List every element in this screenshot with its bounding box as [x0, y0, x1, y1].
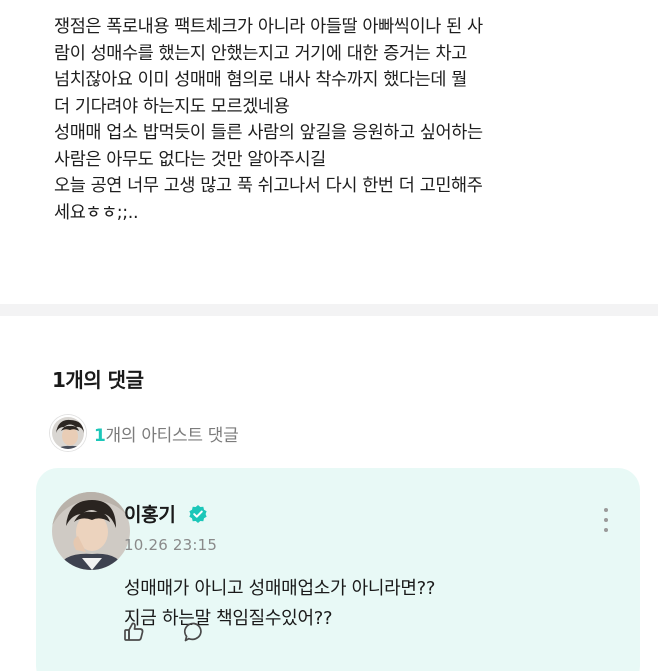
post-line: 세요ㅎㅎ;;..	[54, 202, 139, 223]
more-vertical-icon[interactable]	[602, 508, 610, 532]
post-line: 쟁점은 폭로내용 팩트체크가 아니라 아들딸 아빠씩이나 된 사	[54, 17, 483, 37]
post-line: 람이 성매수를 했는지 안했는지고 거기에 대한 증거는 차고	[54, 43, 467, 64]
section-divider	[0, 304, 658, 316]
post-line: 성매매 업소 밥먹듯이 들른 사람의 앞길을 응원하고 싶어하는	[54, 123, 483, 143]
comment-count-heading: 1개의 댓글	[52, 368, 144, 392]
artist-comment-text: 개의 아티스트 댓글	[105, 425, 239, 446]
comment-author-name[interactable]: 이홍기	[124, 500, 176, 527]
artist-comment-label: 1개의 아티스트 댓글	[94, 421, 239, 446]
post-line: 더 기다려야 하는지도 모르겠네용	[54, 96, 290, 117]
artist-avatar-small	[50, 415, 86, 451]
post-line: 넘치잖아요 이미 성매매 혐의로 내사 착수까지 했다는데 뭘	[54, 70, 467, 90]
comment-timestamp: 10.26 23:15	[124, 536, 218, 554]
post-line: 사람은 아무도 없다는 것만 알아주시길	[54, 149, 326, 170]
post-line: 오늘 공연 너무 고생 많고 푹 쉬고나서 다시 한번 더 고민해주	[54, 176, 483, 196]
artist-comment-filter[interactable]: 1개의 아티스트 댓글	[50, 414, 239, 452]
comment-bubble-icon[interactable]	[182, 620, 206, 644]
post-detail-page: 쟁점은 폭로내용 팩트체크가 아니라 아들딸 아빠씩이나 된 사 람이 성매수를…	[0, 0, 658, 671]
comment-line: 성매매가 아니고 성매매업소가 아니라면??	[124, 578, 436, 599]
post-body: 쟁점은 폭로내용 팩트체크가 아니라 아들딸 아빠씩이나 된 사 람이 성매수를…	[54, 14, 644, 226]
like-icon[interactable]	[122, 620, 146, 644]
verified-badge-icon	[189, 505, 207, 523]
author-avatar[interactable]	[52, 492, 130, 570]
comment-line: 지금 하는말 책임질수있어??	[124, 608, 333, 629]
comment-text: 성매매가 아니고 성매매업소가 아니라면?? 지금 하는말 책임질수있어??	[124, 574, 436, 634]
artist-comment-card: 이홍기 10.26 23:15 성매매가 아니고 성매매업소가 아니라면?? 지…	[36, 468, 640, 671]
artist-comment-count: 1	[94, 425, 106, 446]
